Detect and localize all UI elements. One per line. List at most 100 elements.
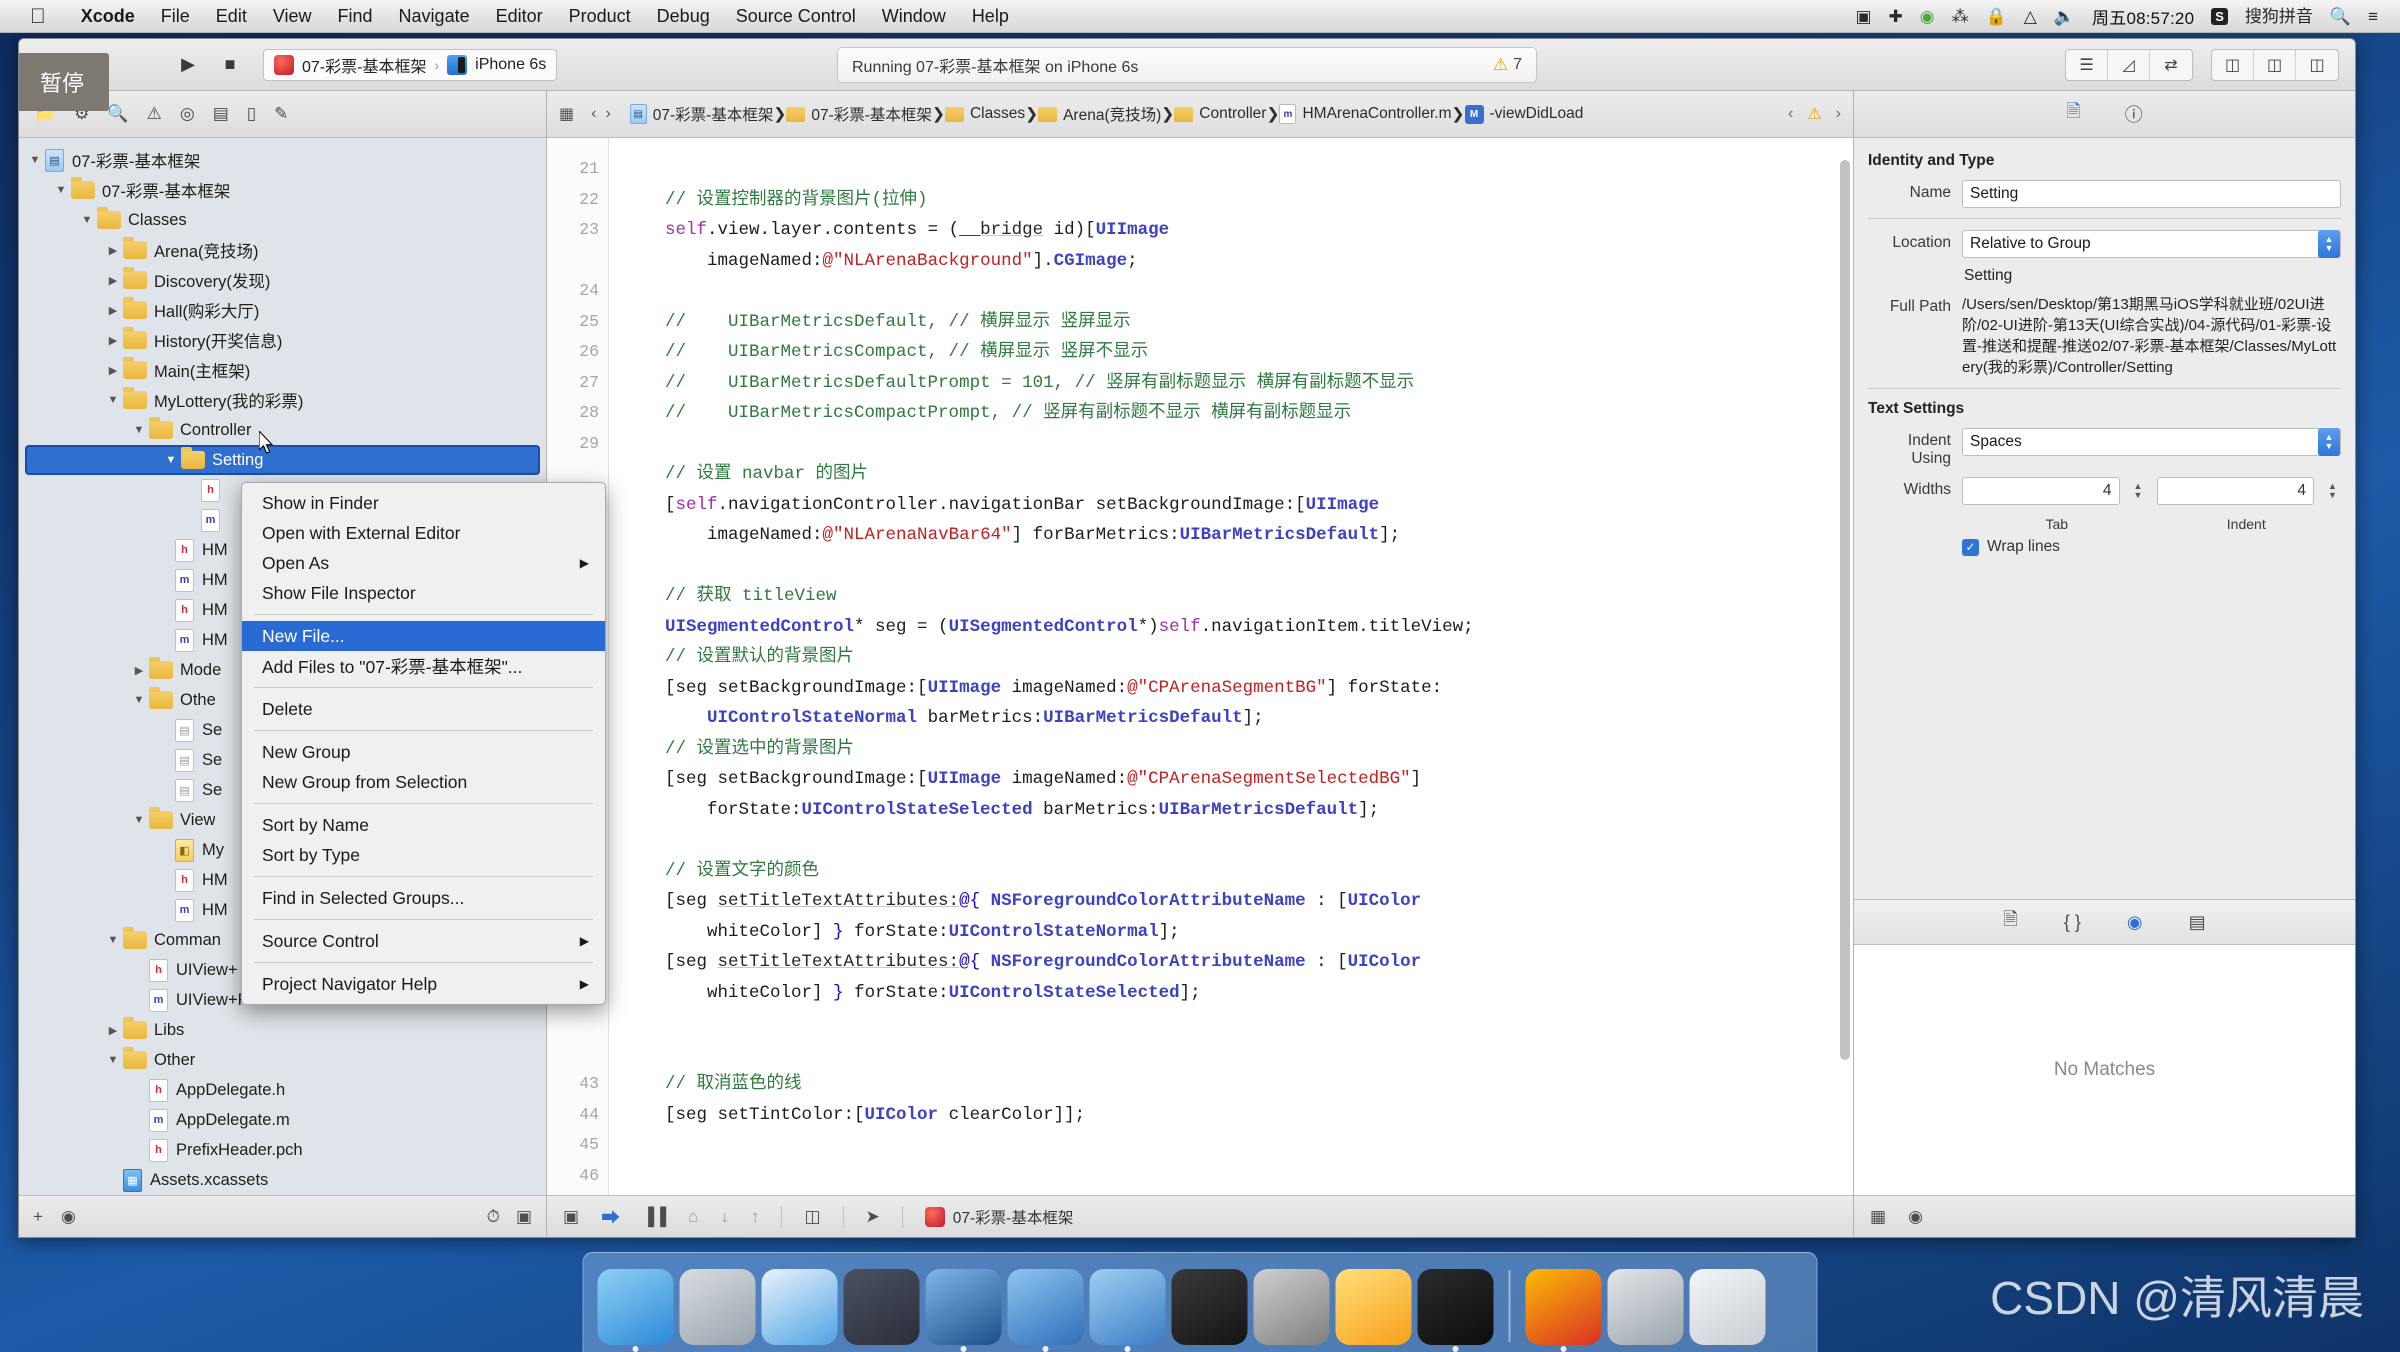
media-library-icon[interactable]: ▤ [2189,912,2206,933]
disclosure-open-icon[interactable]: ▼ [129,424,149,436]
context-menu-item[interactable]: Add Files to "07-彩票-基本框架"... [242,651,605,681]
tab-width-stepper[interactable]: ▲ ▼ [2130,477,2147,505]
quicktime-icon[interactable] [925,1269,1002,1352]
code-area[interactable]: 212223 242526272829 434445464748 // 设置控制… [547,138,1853,1195]
filter-icon[interactable]: ◉ [61,1207,76,1227]
warning-icon[interactable]: ⚠ [147,104,162,124]
chevron-right-icon[interactable]: › [605,105,610,123]
context-menu-item[interactable]: New Group from Selection [242,767,605,797]
navigator-row[interactable]: ▶ Discovery(发现) [19,265,546,295]
file-template-library-icon[interactable]: 🗎 [2003,907,2017,937]
menu-file[interactable]: File [148,6,203,27]
disclosure-open-icon[interactable]: ▼ [161,454,181,466]
indent-using-select[interactable]: Spaces ▲ ▼ [1962,428,2341,456]
search-icon[interactable]: 🔍 [2330,8,2351,25]
navigator-row[interactable]: h PrefixHeader.pch [19,1135,546,1165]
chevron-left-icon[interactable]: ‹ [591,105,596,123]
chevron-left-icon[interactable]: ‹ [1788,105,1793,123]
tab-width-input[interactable]: 4 [1962,477,2120,505]
screen-sharing-icon[interactable] [1607,1269,1684,1345]
navigator-row[interactable]: ▶ Hall(购彩大厅) [19,295,546,325]
disclosure-open-icon[interactable]: ▼ [129,814,149,826]
menu-edit[interactable]: Edit [203,6,260,27]
location-icon[interactable]: ➤ [866,1207,880,1227]
quick-help-icon[interactable]: ⓘ [2125,101,2143,127]
pause-icon[interactable]: ▐▐ [642,1207,666,1227]
report-icon[interactable]: ▯ [247,104,256,124]
breadcrumb-item[interactable]: ▤ 07-彩票-基本框架 [629,103,773,125]
scrollbar-thumb[interactable] [1840,160,1850,1060]
menu-source-control[interactable]: Source Control [723,6,869,27]
disclosure-open-icon[interactable]: ▼ [77,214,97,226]
trash-icon[interactable] [1689,1269,1766,1345]
disclosure-open-icon[interactable]: ▼ [103,1054,123,1066]
context-menu-item[interactable]: Open with External Editor [242,518,605,548]
context-menu-item[interactable]: Project Navigator Help ▶ [242,969,605,999]
bluetooth-icon[interactable]: ⁂ [1952,8,1969,25]
navigator-row[interactable]: ▼ MyLottery(我的彩票) [19,385,546,415]
split-icon[interactable]: ◫ [804,1207,820,1227]
step-in-icon[interactable]: ↓ [720,1207,729,1227]
chrome-icon[interactable] [1525,1269,1602,1352]
context-menu-item[interactable]: Show in Finder [242,488,605,518]
mac-dock[interactable] [582,1252,1818,1352]
scheme-selector[interactable]: 07-彩票-基本框架 › iPhone 6s [263,48,558,81]
disclosure-closed-icon[interactable]: ▶ [129,664,149,677]
lock-icon[interactable]: 🔒 [1986,8,2007,25]
context-menu-item[interactable]: Delete [242,694,605,724]
mouse-app-icon[interactable] [843,1269,920,1345]
menu-clock[interactable]: 周五08:57:20 [2092,4,2194,29]
navigator-row[interactable]: ▼ Classes [19,205,546,235]
wrap-lines-checkbox[interactable]: ✓ [1962,538,1979,556]
breadcrumb[interactable]: ▤ 07-彩票-基本框架 ❯ 07-彩票-基本框架 ❯ Classes ❯ Arena(竞技场… [629,103,1583,125]
breadcrumb-item[interactable]: Controller [1174,105,1266,123]
navigator-row[interactable]: ▶ Main(主框架) [19,355,546,385]
menu-window[interactable]: Window [869,6,959,27]
breakpoint-icon[interactable]: ▤ [213,104,229,124]
unsaved-icon[interactable]: ▣ [516,1207,532,1227]
disclosure-open-icon[interactable]: ▼ [103,934,123,946]
show-debug-area-icon[interactable]: ▣ [563,1207,579,1227]
related-items-icon[interactable]: ▦ [559,104,574,124]
simulator-icon[interactable] [1089,1269,1166,1352]
safari-icon[interactable] [761,1269,838,1345]
disclosure-closed-icon[interactable]: ▶ [103,364,123,377]
grid-view-icon[interactable]: ▦ [1870,1207,1886,1227]
finder-icon[interactable] [597,1269,674,1352]
context-menu-item[interactable]: Source Control ▶ [242,926,605,956]
indent-width-input[interactable]: 4 [2156,477,2314,505]
chevron-updown-icon[interactable]: ▲ ▼ [2318,428,2340,456]
disclosure-open-icon[interactable]: ▼ [129,694,149,706]
navigator-row[interactable]: ▼ ▤ 07-彩票-基本框架 [19,145,546,175]
home-icon[interactable]: ⌂ [688,1207,698,1227]
sketch-icon[interactable] [1335,1269,1412,1345]
add-file-button[interactable]: + [33,1207,43,1227]
breadcrumb-item[interactable]: M -viewDidLoad [1464,104,1583,124]
disclosure-closed-icon[interactable]: ▶ [103,334,123,347]
navigator-context-menu[interactable]: Show in Finder Open with External Editor O… [241,482,606,1005]
run-play-icon[interactable]: ▶ [167,50,209,80]
debug-area-toggle-icon[interactable]: ◫ [2254,49,2296,80]
navigator-row[interactable]: ▦ Assets.xcassets [19,1165,546,1195]
system-preferences-icon[interactable] [1253,1269,1330,1345]
location-select[interactable]: Relative to Group ▲ ▼ [1962,230,2341,258]
navigator-row[interactable]: m AppDelegate.m [19,1105,546,1135]
navigator-row[interactable]: ▼ Controller [19,415,546,445]
terminal-icon[interactable] [1171,1269,1248,1345]
debug-process-label[interactable]: 07-彩票-基本框架 [924,1206,1073,1228]
step-out-icon[interactable]: ↑ [751,1207,760,1227]
source-code-text[interactable]: // 设置控制器的背景图片(拉伸) self.view.layer.conten… [609,138,1853,1195]
input-method-badge[interactable]: S [2211,7,2228,25]
editor-scrollbar[interactable] [1840,148,1850,1158]
menu-xcode[interactable]: Xcode [68,6,148,27]
menu-product[interactable]: Product [556,6,644,27]
disclosure-closed-icon[interactable]: ▶ [103,274,123,287]
test-icon[interactable]: ✎ [274,104,288,124]
context-menu-item[interactable]: New Group [242,737,605,767]
context-menu-item[interactable]: Sort by Type [242,840,605,870]
code-snippet-library-icon[interactable]: { } [2064,912,2081,933]
context-menu-item[interactable]: Sort by Name [242,810,605,840]
chevron-right-icon[interactable]: › [1836,105,1841,123]
inspector-toggle-icon[interactable]: ◫ [2296,50,2338,80]
wifi-icon[interactable]: △ [2024,8,2037,25]
